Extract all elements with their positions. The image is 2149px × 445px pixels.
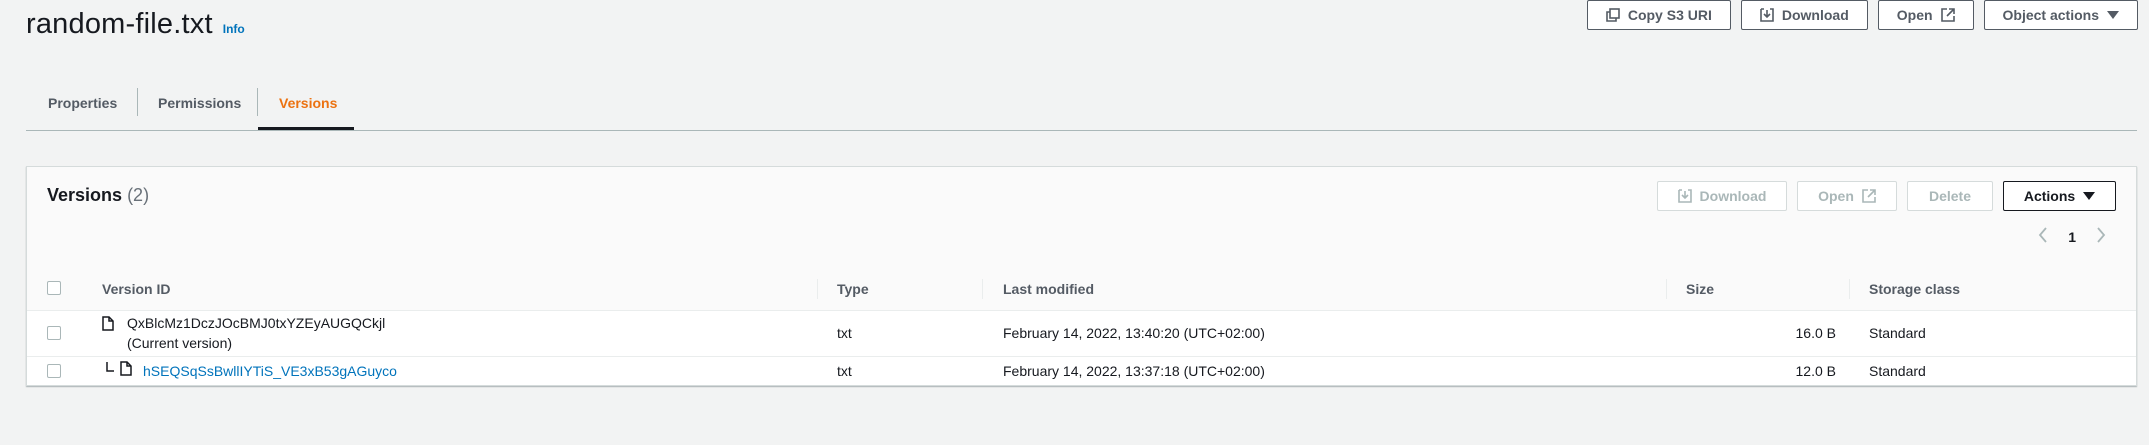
caret-down-icon: [2083, 191, 2096, 201]
external-link-icon: [1862, 189, 1876, 203]
version-delete-button[interactable]: Delete: [1907, 181, 1993, 211]
copy-icon: [1606, 8, 1620, 22]
column-size[interactable]: Size: [1686, 267, 1714, 310]
version-download-button[interactable]: Download: [1657, 181, 1787, 211]
tab-bar: Properties Permissions Versions: [26, 76, 2137, 131]
select-all-checkbox[interactable]: [47, 281, 61, 295]
last-modified-cell: February 14, 2022, 13:37:18 (UTC+02:00): [1003, 363, 1265, 379]
external-link-icon: [1940, 8, 1955, 22]
column-last-modified[interactable]: Last modified: [1003, 267, 1094, 310]
chevron-right-icon[interactable]: [2096, 227, 2106, 246]
caret-down-icon: [2107, 10, 2119, 20]
tab-properties[interactable]: Properties: [48, 76, 117, 130]
version-open-label: Open: [1818, 188, 1854, 204]
versions-panel-header: Versions (2) Download Open Delete Action…: [27, 167, 2136, 268]
storage-class-cell: Standard: [1869, 363, 1926, 379]
tab-permissions[interactable]: Permissions: [158, 76, 241, 130]
versions-table-header: Version ID Type Last modified Size Stora…: [27, 267, 2136, 311]
version-actions-button[interactable]: Actions: [2003, 181, 2116, 211]
download-icon: [1677, 189, 1692, 203]
active-tab-indicator: [258, 127, 354, 130]
tab-versions[interactable]: Versions: [279, 76, 337, 130]
object-actions-label: Object actions: [2002, 7, 2099, 23]
page-number[interactable]: 1: [2068, 229, 2076, 245]
row-checkbox[interactable]: [47, 326, 61, 340]
tab-divider: [257, 88, 258, 116]
column-divider: [1849, 279, 1850, 299]
object-toolbar: Copy S3 URI Download Open Object actions: [1586, 0, 2138, 30]
copy-s3-uri-button[interactable]: Copy S3 URI: [1586, 0, 1731, 30]
size-cell: 12.0 B: [1795, 363, 1836, 379]
copy-s3-uri-label: Copy S3 URI: [1627, 7, 1712, 23]
column-divider: [817, 279, 818, 299]
column-storage-class[interactable]: Storage class: [1869, 267, 1960, 310]
object-actions-button[interactable]: Object actions: [1983, 0, 2138, 30]
download-button[interactable]: Download: [1740, 0, 1868, 30]
version-id-link[interactable]: hSEQSqSsBwllIYTiS_VE3xB53gAGuyco: [143, 363, 397, 379]
type-cell: txt: [837, 325, 852, 341]
open-label: Open: [1896, 7, 1933, 23]
tree-connector-icon: [105, 361, 115, 379]
last-modified-cell: February 14, 2022, 13:40:20 (UTC+02:00): [1003, 325, 1265, 341]
table-row[interactable]: hSEQSqSsBwllIYTiS_VE3xB53gAGuyco txt Feb…: [27, 357, 2136, 387]
download-icon: [1760, 8, 1774, 22]
version-id: QxBlcMz1DczJOcBMJ0txYZEyAUGQCkjl: [127, 315, 386, 331]
version-actions-label: Actions: [2023, 188, 2076, 204]
version-download-label: Download: [1699, 188, 1767, 204]
version-open-button[interactable]: Open: [1797, 181, 1897, 211]
column-version-id[interactable]: Version ID: [102, 267, 170, 310]
versions-title-text: Versions: [47, 185, 123, 205]
column-divider: [982, 279, 983, 299]
type-cell: txt: [837, 363, 852, 379]
file-icon: [102, 316, 114, 336]
chevron-left-icon[interactable]: [2038, 227, 2048, 246]
tab-divider: [137, 88, 138, 116]
page-title: random-file.txt: [26, 8, 213, 40]
page-header: random-file.txt Info: [26, 8, 245, 41]
versions-panel: Versions (2) Download Open Delete Action…: [26, 166, 2137, 386]
pagination: 1: [2038, 227, 2106, 246]
table-row[interactable]: QxBlcMz1DczJOcBMJ0txYZEyAUGQCkjl (Curren…: [27, 310, 2136, 357]
versions-toolbar: Download Open Delete Actions: [1657, 181, 2116, 211]
column-type[interactable]: Type: [837, 267, 869, 310]
info-link[interactable]: Info: [223, 22, 245, 36]
open-button[interactable]: Open: [1877, 0, 1974, 30]
versions-count: (2): [127, 185, 150, 205]
current-version-note: (Current version): [127, 335, 233, 351]
file-icon: [120, 361, 132, 381]
row-checkbox[interactable]: [47, 364, 61, 378]
size-cell: 16.0 B: [1795, 325, 1836, 341]
versions-title: Versions (2): [47, 185, 149, 206]
column-divider: [1666, 279, 1667, 299]
storage-class-cell: Standard: [1869, 325, 1926, 341]
download-label: Download: [1781, 7, 1849, 23]
